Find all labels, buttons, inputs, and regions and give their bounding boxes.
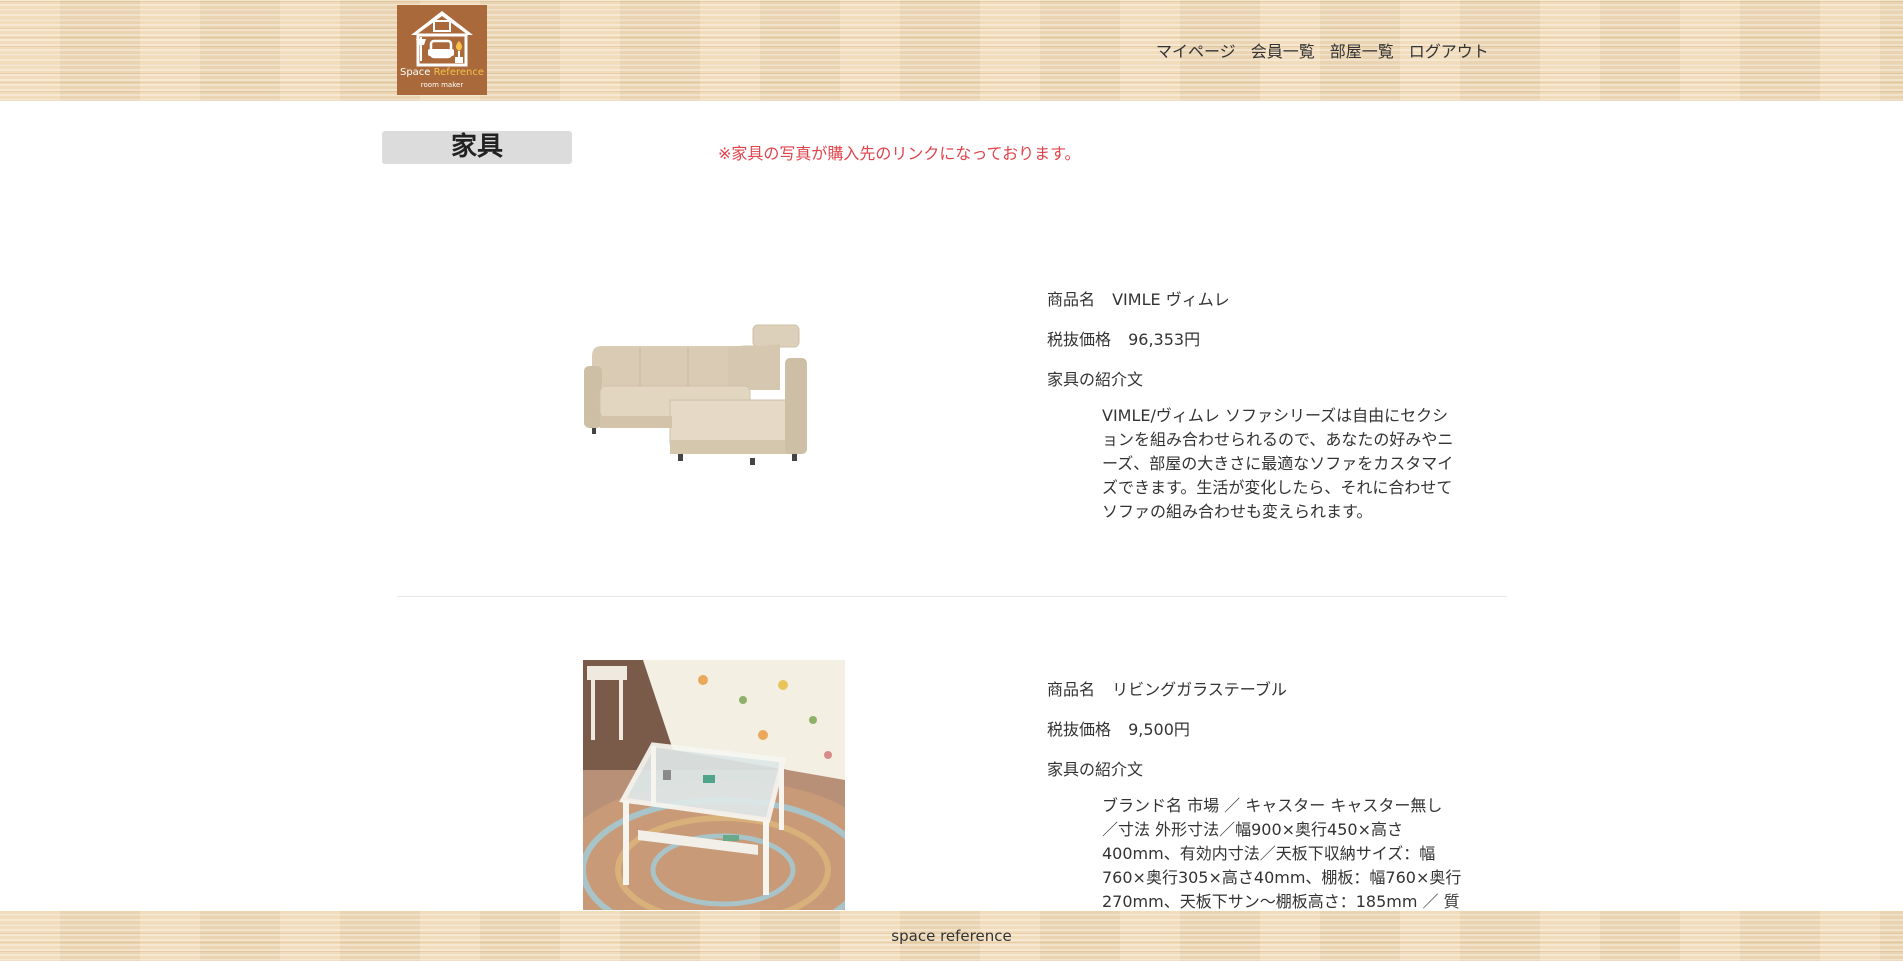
nav-logout-link[interactable]: ログアウト <box>1409 38 1489 62</box>
item-name-label: 商品名 <box>1047 290 1096 309</box>
nav-rooms-link[interactable]: 部屋一覧 <box>1330 38 1394 62</box>
item-price: 96,353円 <box>1128 330 1201 349</box>
sofa-photo <box>584 324 807 465</box>
logo-title: Space Reference <box>399 67 484 78</box>
item-price-row: 税抜価格 9,500円 <box>1047 716 1190 740</box>
footer-text: space reference <box>891 927 1012 945</box>
item-desc-label: 家具の紹介文 <box>1047 370 1144 389</box>
item-price: 9,500円 <box>1128 720 1190 739</box>
furniture-item: 商品名 VIMLE ヴィムレ 税抜価格 96,353円 家具の紹介文 VIMLE… <box>397 240 1507 580</box>
item-price-label: 税抜価格 <box>1047 720 1112 739</box>
item-divider <box>397 596 1507 597</box>
site-header: Space Reference room maker マイページ 会員一覧 部屋… <box>0 0 1903 101</box>
nav-mypage-link[interactable]: マイページ <box>1156 38 1236 62</box>
item-name-row: 商品名 VIMLE ヴィムレ <box>1047 286 1230 310</box>
purchase-link-notice: ※家具の写真が購入先のリンクになっております。 <box>718 144 1081 163</box>
item-name-label: 商品名 <box>1047 680 1096 699</box>
sofa-photo-link[interactable] <box>580 320 834 480</box>
glass-table-photo <box>583 660 845 910</box>
page-title: 家具 <box>382 131 572 164</box>
logo-subtitle: room maker <box>420 81 464 89</box>
logo-link[interactable]: Space Reference room maker <box>397 5 487 95</box>
item-desc-label: 家具の紹介文 <box>1047 760 1144 779</box>
glass-table-photo-link[interactable] <box>583 660 845 910</box>
item-name: リビングガラステーブル <box>1112 680 1287 699</box>
nav-members-link[interactable]: 会員一覧 <box>1251 38 1315 62</box>
furniture-item: 商品名 リビングガラステーブル 税抜価格 9,500円 家具の紹介文 ブランド名… <box>397 630 1507 935</box>
item-price-row: 税抜価格 96,353円 <box>1047 326 1200 350</box>
item-name-row: 商品名 リビングガラステーブル <box>1047 676 1287 700</box>
item-description: VIMLE/ヴィムレ ソファシリーズは自由にセクションを組み合わせられるので、あ… <box>1102 406 1454 521</box>
site-footer: space reference <box>0 911 1903 961</box>
item-price-label: 税抜価格 <box>1047 330 1112 349</box>
house-logo-icon <box>411 11 473 67</box>
item-name: VIMLE ヴィムレ <box>1112 290 1230 309</box>
main-nav: マイページ 会員一覧 部屋一覧 ログアウト <box>1156 38 1489 62</box>
